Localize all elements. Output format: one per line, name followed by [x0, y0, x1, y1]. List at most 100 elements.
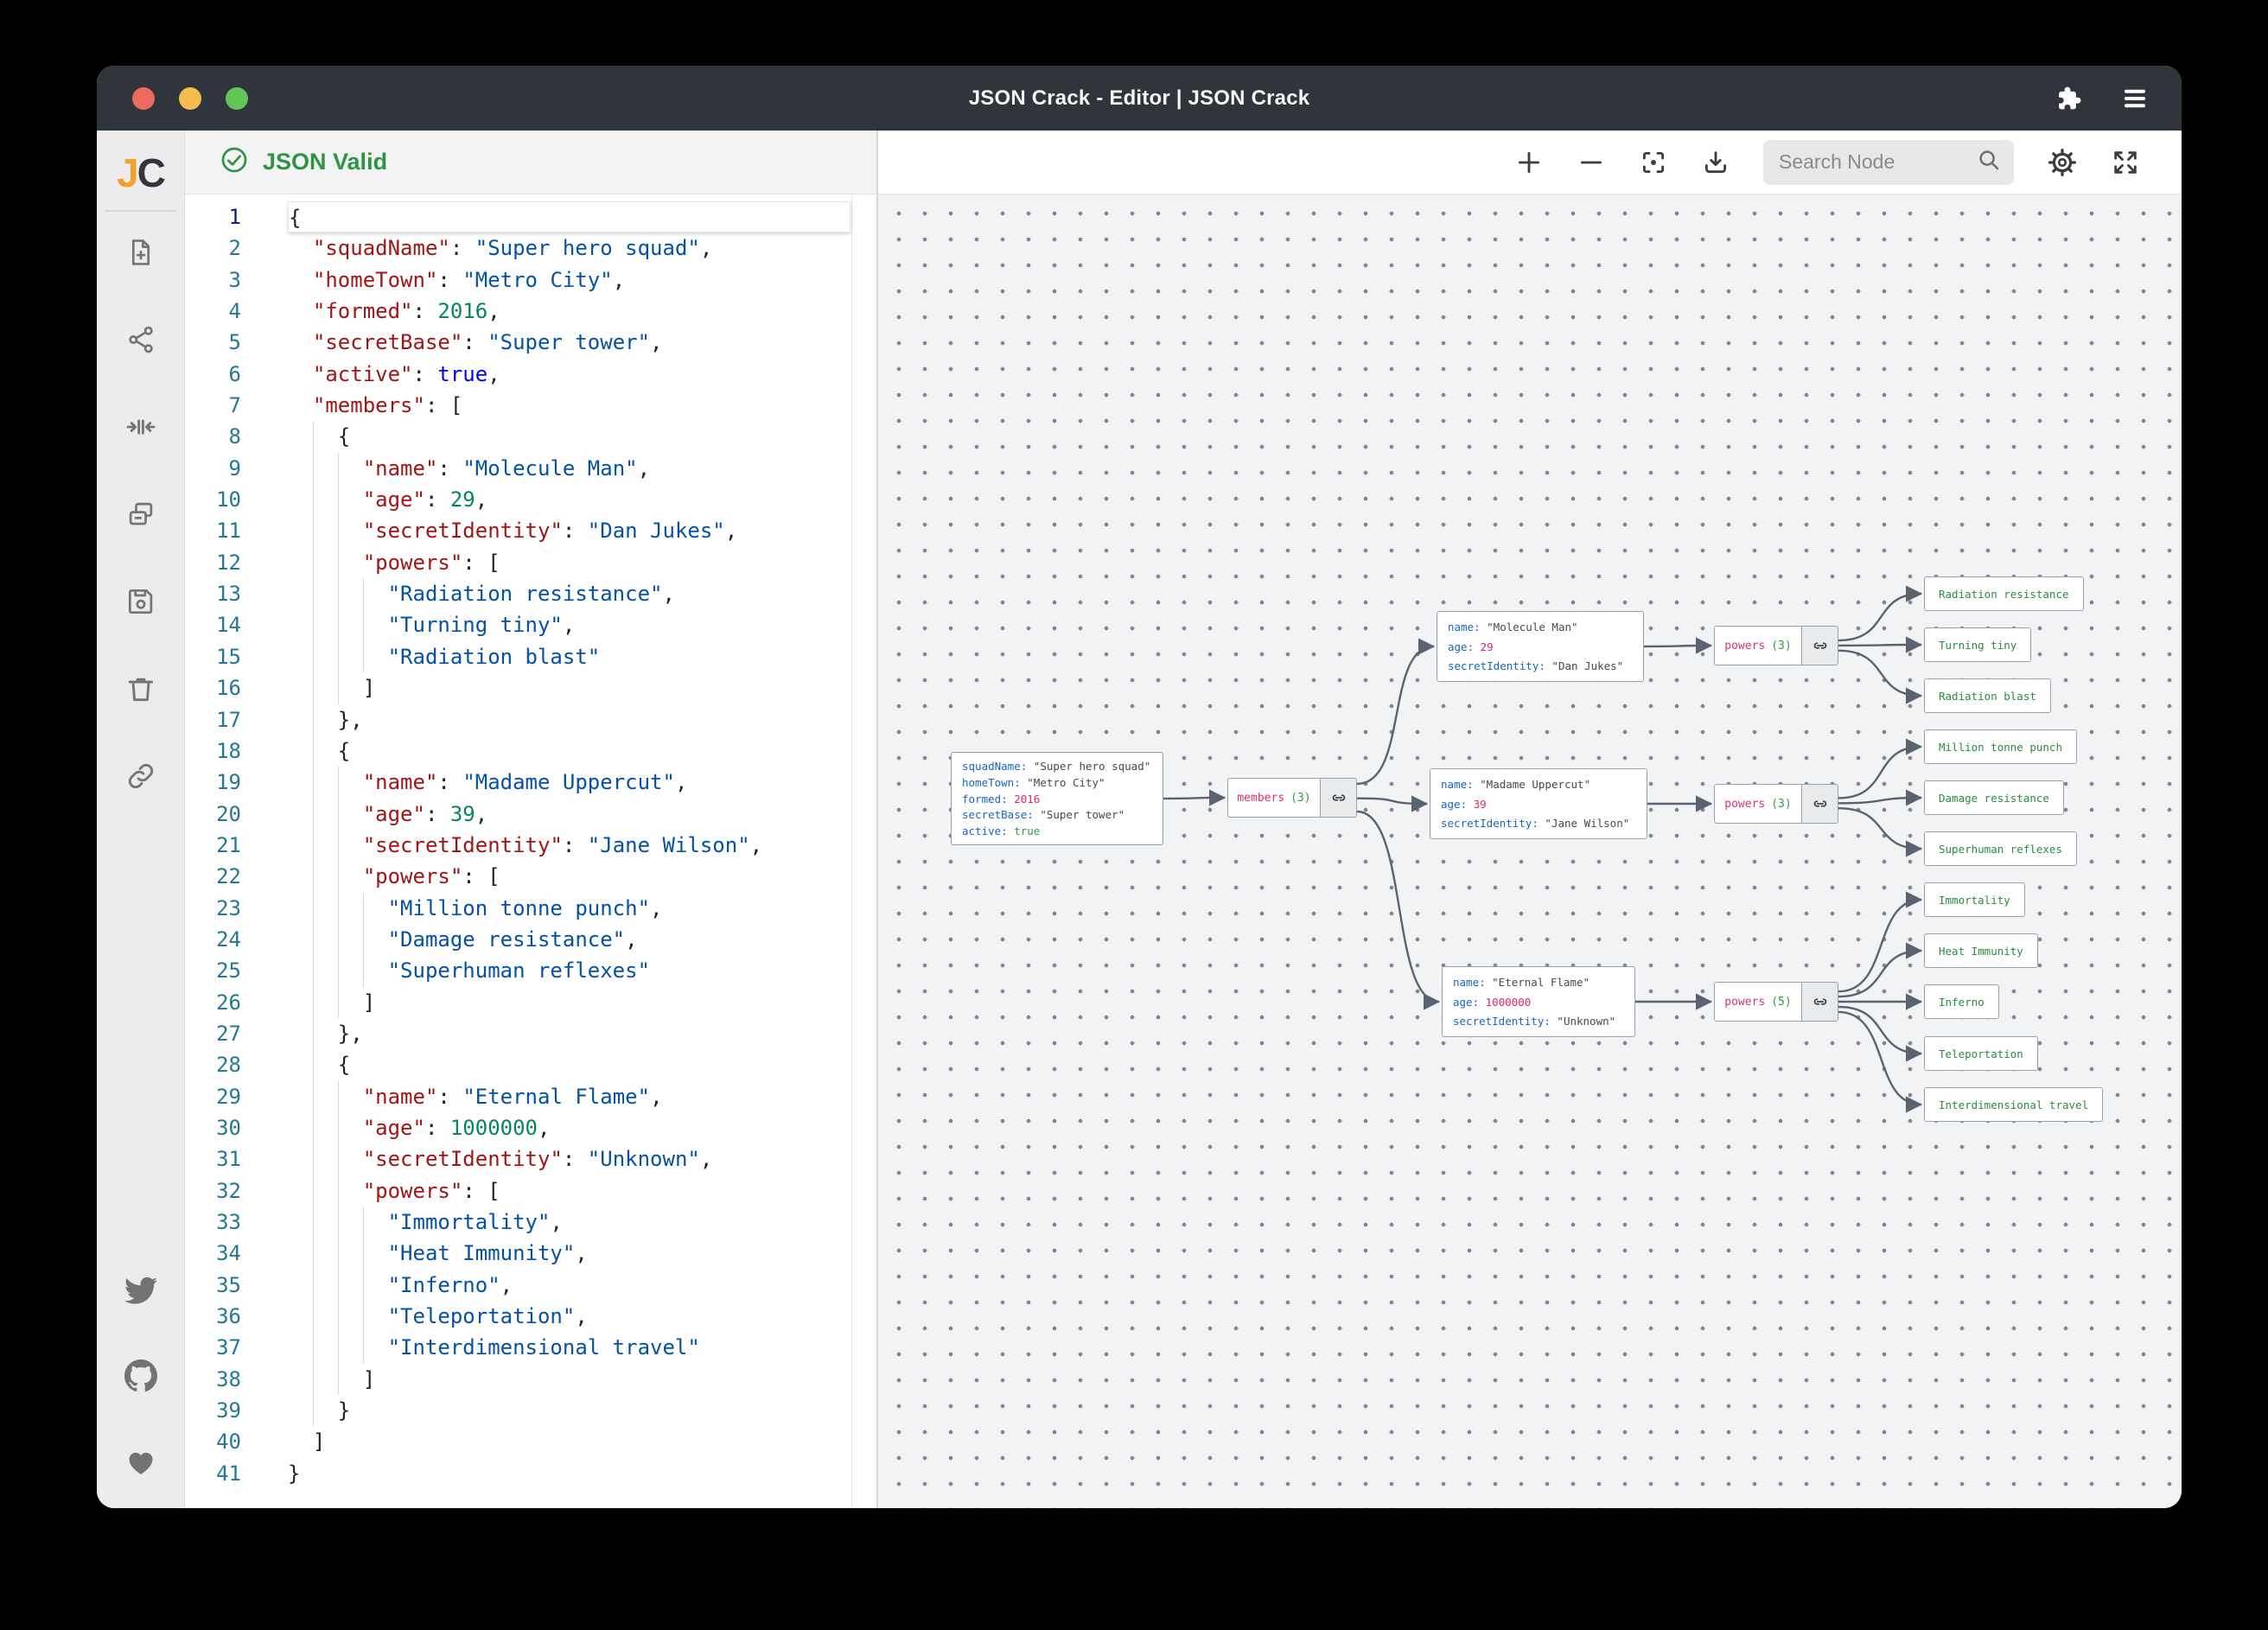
graph-node-l2[interactable]: Turning tiny — [1924, 627, 2031, 662]
editor-line[interactable]: 23 "Million tonne punch", — [185, 893, 876, 924]
editor-line[interactable]: 28 { — [185, 1049, 876, 1080]
search-node-input[interactable] — [1779, 150, 1976, 174]
editor-line[interactable]: 18 { — [185, 735, 876, 767]
settings-gear-icon[interactable] — [2047, 147, 2078, 178]
editor-line[interactable]: 6 "active": true, — [185, 359, 876, 390]
focus-center-icon[interactable] — [1639, 148, 1668, 177]
graph-node-l3[interactable]: Radiation blast — [1924, 678, 2051, 713]
editor-line[interactable]: 36 "Teleportation", — [185, 1301, 876, 1332]
search-icon[interactable] — [1976, 147, 2002, 177]
editor-line[interactable]: 7 "members": [ — [185, 390, 876, 421]
indent-guide — [313, 547, 314, 578]
link-icon[interactable] — [124, 760, 157, 793]
fit-width-icon[interactable] — [124, 411, 157, 443]
zoom-in-icon[interactable] — [1514, 148, 1544, 177]
expand-link-icon[interactable] — [1320, 779, 1356, 817]
editor-line[interactable]: 20 "age": 39, — [185, 799, 876, 830]
graph-node-l7[interactable]: Immortality — [1924, 882, 2025, 917]
code-editor[interactable]: 1{2 "squadName": "Super hero squad",3 "h… — [185, 194, 876, 1508]
zoom-window-button[interactable] — [226, 87, 248, 110]
zoom-out-icon[interactable] — [1577, 148, 1606, 177]
save-icon[interactable] — [124, 585, 157, 618]
search-node-box[interactable] — [1763, 140, 2014, 185]
editor-line[interactable]: 25 "Superhuman reflexes" — [185, 955, 876, 986]
editor-line[interactable]: 27 }, — [185, 1018, 876, 1049]
indent-guide — [363, 1332, 364, 1363]
editor-line[interactable]: 35 "Inferno", — [185, 1270, 876, 1301]
graph-node-l1[interactable]: Radiation resistance — [1924, 576, 2084, 611]
close-window-button[interactable] — [132, 87, 155, 110]
delete-trash-icon[interactable] — [124, 672, 157, 705]
editor-line[interactable]: 21 "secretIdentity": "Jane Wilson", — [185, 830, 876, 861]
editor-line[interactable]: 2 "squadName": "Super hero squad", — [185, 232, 876, 264]
editor-line[interactable]: 9 "name": "Molecule Man", — [185, 453, 876, 484]
indent-guide — [313, 1112, 314, 1143]
graph-node-l10[interactable]: Teleportation — [1924, 1036, 2038, 1071]
editor-line[interactable]: 33 "Immortality", — [185, 1207, 876, 1238]
editor-line[interactable]: 1{ — [185, 201, 876, 232]
line-number: 34 — [185, 1238, 241, 1269]
editor-line[interactable]: 40 ] — [185, 1426, 876, 1457]
twitter-icon[interactable] — [124, 1273, 157, 1306]
editor-line[interactable]: 4 "formed": 2016, — [185, 296, 876, 327]
editor-line[interactable]: 32 "powers": [ — [185, 1175, 876, 1207]
copy-icon[interactable] — [124, 498, 157, 531]
graph-node-m2[interactable]: name: "Madame Uppercut"age: 39secretIden… — [1430, 768, 1647, 839]
graph-node-l4[interactable]: Million tonne punch — [1924, 729, 2077, 764]
editor-line[interactable]: 11 "secretIdentity": "Dan Jukes", — [185, 515, 876, 546]
graph-node-l8[interactable]: Heat Immunity — [1924, 933, 2038, 968]
expand-link-icon[interactable] — [1801, 983, 1838, 1021]
expand-link-icon[interactable] — [1801, 627, 1838, 665]
editor-line[interactable]: 12 "powers": [ — [185, 547, 876, 578]
editor-line[interactable]: 13 "Radiation resistance", — [185, 578, 876, 609]
editor-line[interactable]: 17 }, — [185, 704, 876, 735]
editor-line[interactable]: 39 } — [185, 1395, 876, 1426]
graph-node-p3[interactable]: powers(5) — [1714, 982, 1838, 1022]
new-file-icon[interactable] — [124, 236, 157, 269]
editor-line[interactable]: 10 "age": 29, — [185, 484, 876, 515]
download-image-icon[interactable] — [1701, 148, 1730, 177]
expand-link-icon[interactable] — [1801, 785, 1838, 823]
graph-node-m1[interactable]: name: "Molecule Man"age: 29secretIdentit… — [1437, 611, 1644, 682]
editor-line[interactable]: 34 "Heat Immunity", — [185, 1238, 876, 1269]
sponsor-heart-icon[interactable] — [124, 1446, 157, 1479]
graph-node-m3[interactable]: name: "Eternal Flame"age: 1000000secretI… — [1442, 966, 1635, 1037]
node-row: formed: 2016 — [962, 792, 1152, 808]
editor-line[interactable]: 16 ] — [185, 672, 876, 704]
editor-line[interactable]: 41} — [185, 1458, 876, 1489]
graph-share-icon[interactable] — [124, 323, 157, 356]
graph-canvas[interactable]: squadName: "Super hero squad"homeTown: "… — [878, 194, 2182, 1508]
graph-node-members[interactable]: members(3) — [1227, 778, 1357, 818]
line-number: 3 — [185, 264, 241, 296]
graph-node-l11[interactable]: Interdimensional travel — [1924, 1087, 2103, 1122]
github-icon[interactable] — [124, 1359, 157, 1392]
editor-line[interactable]: 26 ] — [185, 987, 876, 1018]
editor-line[interactable]: 5 "secretBase": "Super tower", — [185, 327, 876, 358]
editor-line[interactable]: 29 "name": "Eternal Flame", — [185, 1081, 876, 1112]
editor-line[interactable]: 14 "Turning tiny", — [185, 609, 876, 640]
editor-line[interactable]: 38 ] — [185, 1364, 876, 1395]
graph-node-p1[interactable]: powers(3) — [1714, 626, 1838, 665]
graph-node-l5[interactable]: Damage resistance — [1924, 780, 2064, 815]
line-number: 32 — [185, 1175, 241, 1207]
app-logo[interactable]: JC — [117, 150, 164, 196]
minimize-window-button[interactable] — [179, 87, 201, 110]
browser-menu-icon[interactable] — [2119, 83, 2150, 114]
editor-line[interactable]: 22 "powers": [ — [185, 861, 876, 892]
graph-node-l6[interactable]: Superhuman reflexes — [1924, 831, 2077, 866]
indent-guide — [338, 1364, 339, 1395]
graph-node-p2[interactable]: powers(3) — [1714, 784, 1838, 824]
graph-node-l9[interactable]: Inferno — [1924, 984, 1999, 1019]
editor-line[interactable]: 37 "Interdimensional travel" — [185, 1332, 876, 1363]
editor-line[interactable]: 15 "Radiation blast" — [185, 641, 876, 672]
editor-line[interactable]: 30 "age": 1000000, — [185, 1112, 876, 1143]
editor-line[interactable]: 31 "secretIdentity": "Unknown", — [185, 1143, 876, 1175]
line-number: 9 — [185, 453, 241, 484]
editor-line[interactable]: 19 "name": "Madame Uppercut", — [185, 767, 876, 798]
editor-line[interactable]: 24 "Damage resistance", — [185, 924, 876, 955]
graph-node-root[interactable]: squadName: "Super hero squad"homeTown: "… — [951, 752, 1163, 845]
editor-line[interactable]: 3 "homeTown": "Metro City", — [185, 264, 876, 296]
editor-line[interactable]: 8 { — [185, 421, 876, 452]
extension-puzzle-icon[interactable] — [2052, 83, 2083, 114]
fullscreen-icon[interactable] — [2111, 148, 2140, 177]
